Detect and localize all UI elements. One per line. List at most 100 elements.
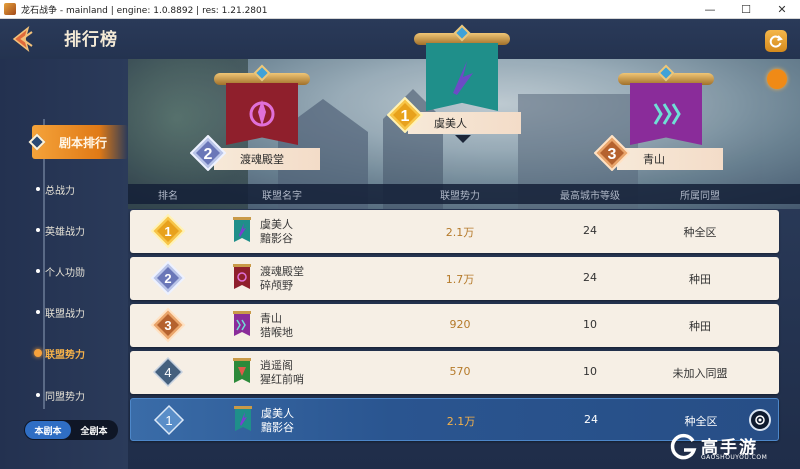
rank-2-medal-icon: 2 (150, 260, 186, 296)
bullet-icon (36, 393, 40, 397)
alliance-influence: 2.1万 (446, 415, 476, 428)
alliance-influence: 1.7万 (445, 273, 475, 286)
rank-2-medal-icon: 2 (190, 135, 226, 171)
toggle-this-script[interactable]: 本剧本 (25, 421, 71, 439)
sidebar-item-total-power[interactable]: 总战力 (36, 179, 125, 199)
sidebar-item-script-ranking[interactable]: 剧本排行 (28, 125, 128, 159)
sidebar-item-label: 联盟战力 (45, 308, 85, 320)
sidebar-item-league-influence[interactable]: 同盟势力 (36, 385, 125, 405)
table-row[interactable]: 3 青山 猎喉地 920 10 种田 (130, 304, 779, 347)
rank-badge-icon: 1 (153, 404, 185, 436)
sidebar-item-label: 总战力 (45, 185, 75, 197)
bullet-icon (36, 269, 40, 273)
alliance-location: 猩红前哨 (260, 373, 304, 386)
target-icon (755, 415, 765, 425)
max-city-level: 24 (584, 413, 598, 426)
svg-text:1: 1 (164, 224, 171, 239)
gaoshouyou-logo-icon (670, 433, 697, 460)
close-button[interactable]: ✕ (764, 0, 800, 19)
table-row[interactable]: 4 逍遥阁 猩红前哨 570 10 未加入同盟 (130, 351, 779, 394)
game-viewport: 排行榜 剧本排行 总战力 英雄战力 个人功勋 联盟战力 联盟势力 同盟势力 本剧… (0, 19, 800, 469)
alliance-flag-icon (233, 311, 251, 336)
window-controls: — ☐ ✕ (692, 0, 800, 19)
max-city-level: 10 (583, 318, 597, 331)
podium-name-label: 虞美人 (434, 117, 467, 130)
svg-text:1: 1 (165, 413, 172, 428)
svg-text:4: 4 (164, 365, 171, 380)
refresh-button[interactable] (765, 30, 787, 52)
watermark-domain: GAOSHOUYOU.COM (701, 454, 768, 461)
header-max-city-level: 最高城市等级 (560, 191, 620, 202)
header-league: 所属同盟 (680, 191, 720, 202)
banner-cloth (630, 83, 702, 145)
league-name: 种全区 (684, 415, 718, 428)
alliance-influence: 920 (449, 318, 471, 331)
flame-emblem-icon (249, 100, 275, 127)
rank-1-medal-icon: 1 (150, 213, 186, 249)
sidebar-item-hero-power[interactable]: 英雄战力 (36, 220, 125, 240)
rank-3-medal-icon: 3 (594, 135, 630, 171)
locate-button[interactable] (749, 409, 771, 431)
max-city-level: 24 (583, 224, 597, 237)
bullet-icon (36, 187, 40, 191)
svg-text:3: 3 (164, 318, 171, 333)
svg-text:2: 2 (164, 271, 171, 286)
window-title: 龙石战争 - mainland | engine: 1.0.8892 | res… (21, 5, 268, 16)
rank-3-medal-icon: 3 (150, 307, 186, 343)
minimize-icon: — (704, 3, 716, 16)
header-alliance-influence: 联盟势力 (440, 191, 480, 202)
back-button[interactable] (6, 23, 40, 55)
header-rank: 排名 (158, 191, 178, 202)
max-city-level: 10 (583, 365, 597, 378)
alliance-flag-icon (234, 406, 252, 431)
sidebar-item-label: 个人功勋 (45, 267, 85, 279)
bullet-icon (36, 310, 40, 314)
alliance-flag-icon (233, 264, 251, 289)
back-arrow-icon (12, 26, 33, 52)
podium-name-1[interactable]: 虞美人 (408, 112, 521, 134)
wave-emblem-icon (653, 103, 681, 125)
dragon-emblem-icon (453, 61, 473, 95)
rank-1-medal-icon: 1 (387, 97, 423, 133)
table-row[interactable]: 1 虞美人 黯影谷 2.1万 24 种全区 (130, 210, 779, 253)
svg-text:1: 1 (401, 108, 410, 125)
header-alliance-name: 联盟名字 (262, 191, 302, 202)
sidebar-item-alliance-power[interactable]: 联盟战力 (36, 302, 125, 322)
header-bar: 排行榜 (0, 19, 800, 59)
page-title: 排行榜 (64, 30, 118, 50)
alliance-influence: 2.1万 (445, 226, 475, 239)
league-name: 种田 (689, 320, 711, 333)
notification-dot-button[interactable] (767, 69, 787, 89)
rank-4-badge-icon: 4 (152, 356, 184, 388)
svg-text:2: 2 (204, 146, 213, 163)
toggle-all-scripts[interactable]: 全剧本 (71, 421, 117, 439)
banner-cloth (426, 43, 498, 111)
sidebar-main-label: 剧本排行 (59, 135, 108, 150)
league-name: 未加入同盟 (672, 367, 728, 380)
refresh-icon (769, 35, 783, 48)
table-row[interactable]: 2 渡魂殿堂 碎颅野 1.7万 24 种田 (130, 257, 779, 300)
minimize-button[interactable]: — (692, 0, 728, 19)
alliance-location: 黯影谷 (260, 232, 293, 245)
sidebar-item-label: 同盟势力 (45, 391, 85, 403)
maximize-icon: ☐ (741, 3, 751, 16)
close-icon: ✕ (777, 3, 787, 16)
scope-toggle: 本剧本 全剧本 (24, 420, 118, 440)
alliance-location: 碎颅野 (260, 279, 293, 292)
banner-cloth (226, 83, 298, 145)
sidebar-item-alliance-influence[interactable]: 联盟势力 (34, 343, 125, 363)
podium-name-3[interactable]: 青山 (617, 148, 723, 170)
alliance-flag-icon (233, 217, 251, 242)
alliance-location: 黯影谷 (261, 421, 294, 434)
podium-name-2[interactable]: 渡魂殿堂 (214, 148, 320, 170)
maximize-button[interactable]: ☐ (728, 0, 764, 19)
table-header: 排名 联盟名字 联盟势力 最高城市等级 所属同盟 (128, 184, 800, 204)
bullet-icon (36, 228, 40, 232)
diamond-icon (28, 133, 46, 151)
sidebar-item-personal-merit[interactable]: 个人功勋 (36, 261, 125, 281)
watermark: 高手游 GAOSHOUYOU.COM (669, 433, 795, 463)
svg-text:3: 3 (608, 146, 617, 163)
window-titlebar: 龙石战争 - mainland | engine: 1.0.8892 | res… (0, 0, 800, 19)
app-icon (4, 3, 16, 15)
active-bullet-icon (34, 349, 42, 357)
